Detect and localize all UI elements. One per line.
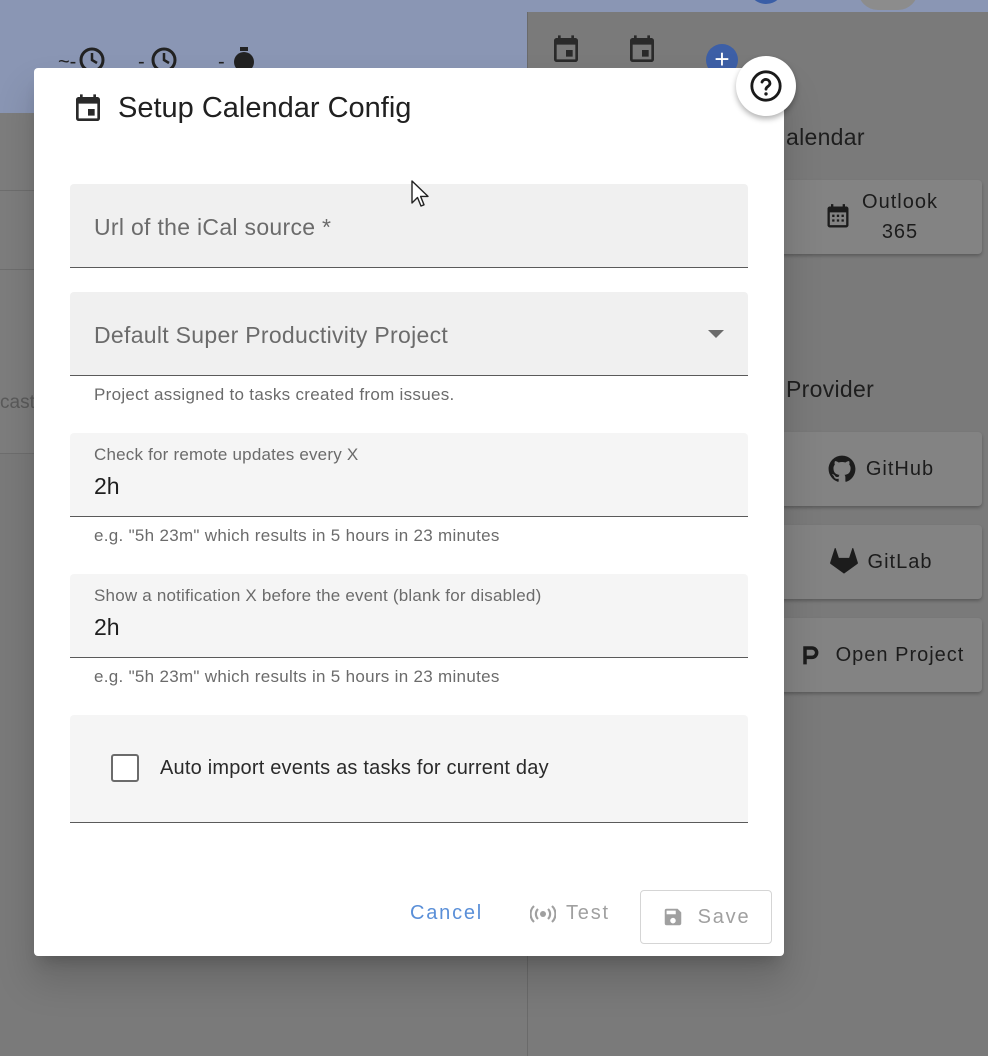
calendar-event-icon [76, 93, 100, 121]
auto-import-row: Auto import events as tasks for current … [70, 715, 748, 823]
calendar-icons-row [550, 34, 658, 66]
help-button[interactable] [736, 56, 796, 116]
save-label: Save [697, 905, 751, 928]
outlook-button: Outlook 365 [780, 180, 982, 254]
github-icon [828, 455, 856, 482]
calendar-grid-icon [827, 204, 849, 228]
notification-label: Show a notification X before the event (… [94, 586, 542, 605]
notification-value[interactable]: 2h [94, 614, 120, 641]
calendar-config-dialog: Setup Calendar Config Url of the iCal so… [34, 68, 784, 956]
ical-url-field[interactable]: Url of the iCal source * [70, 184, 748, 268]
notification-hint: e.g. "5h 23m" which results in 5 hours i… [94, 667, 500, 686]
gitlab-button: GitLab [780, 525, 982, 599]
auto-import-label[interactable]: Auto import events as tasks for current … [160, 757, 549, 780]
test-button[interactable]: Test [530, 902, 610, 925]
dialog-actions: Cancel Test Save [34, 890, 784, 944]
calendar-icon [630, 35, 654, 62]
remote-update-label: Check for remote updates every X [94, 445, 359, 464]
remote-update-interval-field[interactable]: Check for remote updates every X 2h [70, 433, 748, 517]
github-label: GitHub [865, 457, 935, 480]
dialog-title: Setup Calendar Config [72, 92, 411, 125]
test-label: Test [566, 902, 610, 924]
chevron-down-icon [708, 330, 724, 338]
project-hint: Project assigned to tasks created from i… [94, 385, 455, 404]
save-icon [664, 908, 681, 926]
notification-offset-field[interactable]: Show a notification X before the event (… [70, 574, 748, 658]
outlook-label-line1: Outlook [862, 191, 938, 213]
github-button: GitHub [780, 432, 982, 506]
gitlab-icon [829, 548, 858, 574]
ical-url-placeholder: Url of the iCal source * [94, 214, 332, 240]
help-icon [750, 70, 782, 102]
provider-heading: Provider [786, 376, 875, 402]
dialog-title-text: Setup Calendar Config [118, 92, 412, 124]
open-project-button: Open Project [780, 618, 982, 692]
cancel-button[interactable]: Cancel [410, 902, 483, 925]
gitlab-label: GitLab [867, 550, 933, 573]
broadcast-icon [530, 904, 556, 923]
remote-update-hint: e.g. "5h 23m" which results in 5 hours i… [94, 526, 500, 545]
outlook-label-line2: 365 [881, 221, 919, 243]
mouse-pointer-icon [411, 180, 429, 207]
calendar-heading: alendar [786, 124, 865, 150]
open-project-icon [802, 646, 818, 665]
bg-snippet-text: cast [0, 392, 35, 413]
remote-update-value[interactable]: 2h [94, 473, 120, 500]
open-project-label: Open Project [835, 643, 965, 666]
auto-import-checkbox[interactable] [111, 754, 139, 782]
default-project-select[interactable]: Default Super Productivity Project [70, 292, 748, 376]
save-button[interactable]: Save [640, 890, 772, 944]
default-project-placeholder: Default Super Productivity Project [94, 322, 449, 348]
calendar-icon [554, 35, 578, 62]
